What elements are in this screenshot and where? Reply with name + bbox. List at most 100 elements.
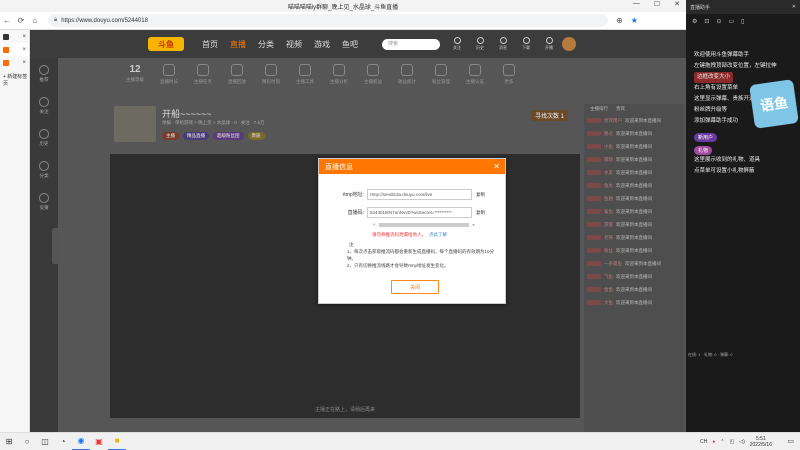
start-icon[interactable]: ⊞	[0, 433, 18, 450]
close-window-button[interactable]: ✕	[674, 0, 680, 8]
level-badge	[587, 157, 601, 162]
tab-rank[interactable]: 主播排行	[590, 106, 608, 112]
site-search-input[interactable]: 搜索	[382, 38, 440, 50]
find-count-button[interactable]: 寻找次数 1	[530, 110, 568, 121]
chevron-up-icon[interactable]: ⌃	[720, 439, 724, 445]
network-icon[interactable]: ◰	[730, 439, 735, 445]
assistant-close-icon[interactable]: ✕	[792, 4, 796, 10]
tab-close-icon[interactable]: ×	[22, 47, 26, 53]
nav-live[interactable]: 直播	[224, 39, 252, 50]
chat-username[interactable]: 一条咸鱼	[604, 261, 622, 267]
copy-key-button[interactable]: 复制	[476, 210, 485, 216]
tool-rights[interactable]: 主播权益	[356, 64, 390, 85]
rtmp-address-field[interactable]: rtmp://sendtc3a.douyu.com/live	[367, 189, 472, 200]
new-tab-button[interactable]: + 新建标签页	[0, 73, 29, 87]
tool-level[interactable]: 12 主播等级	[118, 64, 152, 83]
streamer-thumbnail[interactable]	[114, 106, 156, 142]
tool-duration[interactable]: 直播时长	[152, 64, 186, 85]
stream-key-field[interactable]: 5244018rN7unNvvD?wsSecret=**********	[367, 207, 472, 218]
tab-3[interactable]: ×	[0, 56, 29, 69]
download-icon[interactable]: 下载	[519, 37, 533, 51]
close-icon[interactable]: ✕	[493, 162, 500, 171]
chat-username[interactable]: 小鱼	[604, 144, 613, 150]
broadcast-icon[interactable]: 开播	[542, 37, 556, 51]
nav-game[interactable]: 游戏	[308, 39, 336, 50]
chat-username[interactable]: 贵宾用户	[604, 118, 622, 124]
tool-fans[interactable]: 粉丝管理	[424, 64, 458, 85]
nav-video[interactable]: 视频	[280, 39, 308, 50]
key-scroll[interactable]: × ▸	[370, 220, 475, 229]
tab-2[interactable]: ×	[0, 43, 29, 56]
chat-row: 萌新 欢迎来到本直播间	[584, 153, 684, 166]
input-method[interactable]: CH	[700, 439, 707, 445]
lock-icon[interactable]: ⊡	[704, 18, 709, 25]
copy-rtmp-button[interactable]: 复制	[476, 192, 485, 198]
tool-replay[interactable]: 直播回放	[220, 64, 254, 85]
tool-tasks[interactable]: 主播任务	[186, 64, 220, 85]
chat-username[interactable]: 金鱼	[604, 287, 613, 293]
history-icon[interactable]: 历史	[473, 37, 487, 51]
browser-icon[interactable]: ◉	[72, 433, 90, 450]
tab-vip[interactable]: 贵宾	[616, 106, 625, 112]
settings-icon[interactable]: ⚙	[692, 18, 697, 25]
tool-highlights[interactable]: 精彩时刻	[254, 64, 288, 85]
chat-username[interactable]: 路过	[604, 131, 613, 137]
tool-analysis[interactable]: 主播分析	[322, 64, 356, 85]
tool-income[interactable]: 收益统计	[390, 64, 424, 85]
notification-icon[interactable]: ▭	[787, 437, 794, 445]
zoom-icon[interactable]: ⊕	[616, 16, 623, 25]
search-icon[interactable]: ○	[18, 433, 36, 450]
volume-icon[interactable]: ◁)	[739, 439, 745, 445]
sidebar-item-category[interactable]: 分类	[30, 154, 58, 186]
learn-more-link[interactable]: 点此了解	[429, 232, 447, 237]
pin-icon[interactable]: ⊙	[716, 18, 721, 25]
tool-tools[interactable]: 主播工具	[288, 64, 322, 85]
follow-icon[interactable]: 关注	[450, 37, 464, 51]
chat-username[interactable]: 游客	[604, 222, 613, 228]
tab-close-icon[interactable]: ×	[22, 60, 26, 66]
back-icon[interactable]: ←	[0, 16, 14, 25]
clear-icon[interactable]: ×	[373, 222, 376, 227]
chat-username[interactable]: 大鱼	[604, 300, 613, 306]
chat-username[interactable]: 老铁	[604, 235, 613, 241]
chat-username[interactable]: 鱼翅	[604, 196, 613, 202]
tool-more[interactable]: 更多	[492, 64, 526, 85]
chat-username[interactable]: 粉丝	[604, 248, 613, 254]
sidebar-item-follow[interactable]: 关注	[30, 90, 58, 122]
chat-username[interactable]: 鲨鱼	[604, 209, 613, 215]
clock[interactable]: 5:51 2022/5/16	[750, 436, 772, 448]
chat-username[interactable]: 水友	[604, 170, 613, 176]
gift-icon[interactable]: ▯	[741, 18, 744, 25]
key-scrollbar[interactable]	[378, 222, 469, 227]
chat-username[interactable]: 鱼丸	[604, 183, 613, 189]
assistant-header[interactable]: 直播助手 ✕	[686, 0, 800, 14]
user-avatar[interactable]	[562, 37, 576, 51]
url-input[interactable]: 🔒︎ https://www.douyu.com/5244018	[48, 14, 608, 27]
douyu-app-icon[interactable]: ■	[108, 433, 126, 450]
taskview-icon[interactable]: ◫	[36, 433, 54, 450]
game-app-icon[interactable]: ▣	[90, 433, 108, 450]
chat-icon[interactable]: ▭	[728, 18, 734, 25]
close-dialog-button[interactable]: 关闭	[391, 280, 439, 294]
minimize-button[interactable]: —	[633, 0, 640, 8]
tool-verify[interactable]: 主播认证	[458, 64, 492, 85]
tab-close-icon[interactable]: ×	[22, 34, 26, 40]
chat-username[interactable]: 飞鱼	[604, 274, 613, 280]
sidebar-item-history[interactable]: 历史	[30, 122, 58, 154]
tray-app-icon[interactable]: ●	[712, 439, 715, 445]
sidebar-item-recommend[interactable]: 推荐	[30, 58, 58, 90]
scroll-arrow-icon[interactable]: ▸	[473, 222, 475, 228]
home-icon[interactable]: ⌂	[28, 16, 42, 25]
maximize-button[interactable]: ☐	[654, 0, 660, 8]
refresh-icon[interactable]: ⟳	[14, 16, 28, 25]
douyu-logo[interactable]: 斗鱼	[148, 37, 184, 51]
chat-username[interactable]: 萌新	[604, 157, 613, 163]
nav-fishbar[interactable]: 鱼吧	[336, 39, 364, 50]
sidebar-item-guess[interactable]: 竞猜	[30, 186, 58, 218]
nav-home[interactable]: 首页	[196, 39, 224, 50]
favorite-star-icon[interactable]: ★	[631, 16, 638, 25]
message-icon[interactable]: 消息	[496, 37, 510, 51]
nav-category[interactable]: 分类	[252, 39, 280, 50]
tab-1[interactable]: ×	[0, 30, 29, 43]
clock-app-icon[interactable]: ◔	[54, 433, 72, 450]
